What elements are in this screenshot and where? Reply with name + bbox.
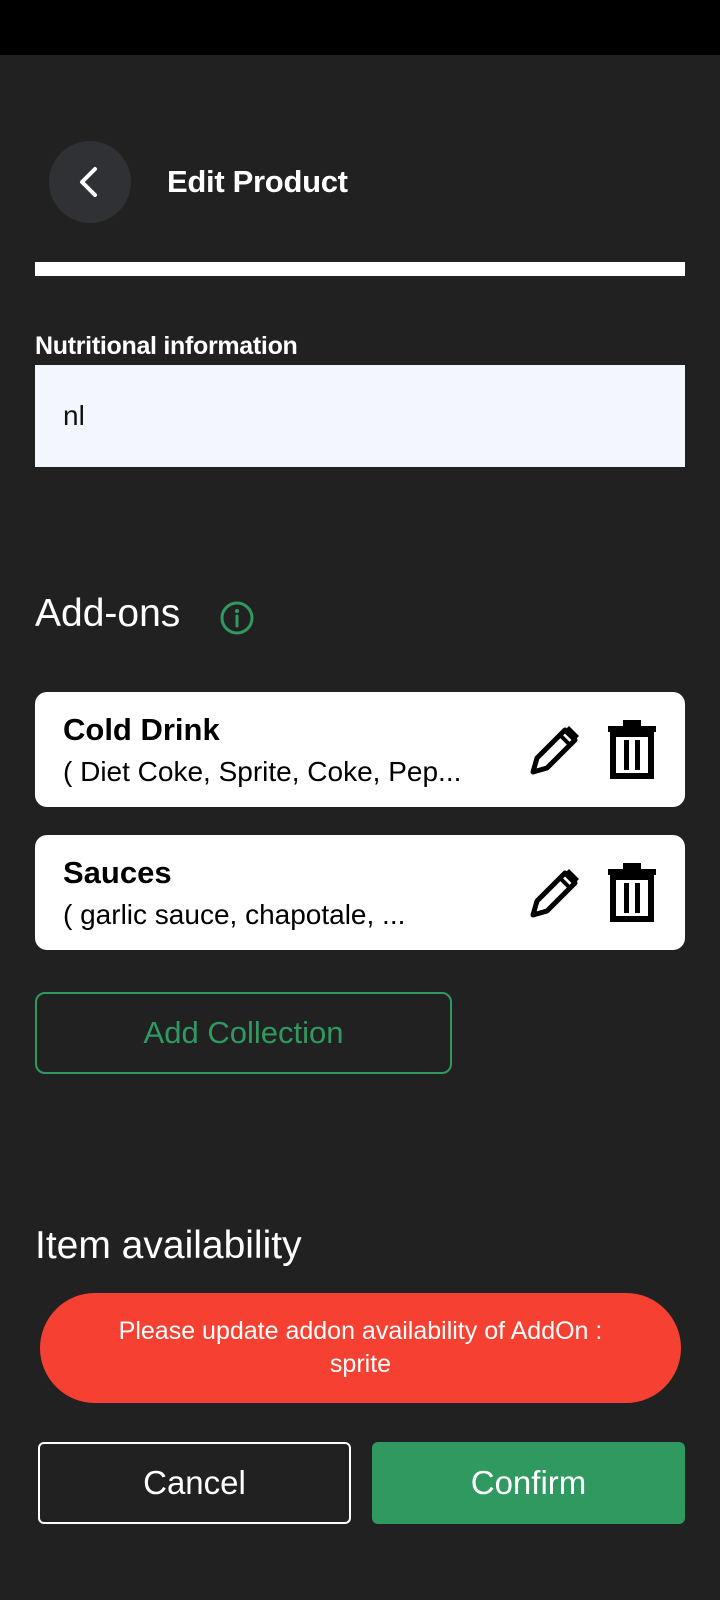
nutrition-input[interactable]: nl (35, 365, 685, 467)
trash-icon[interactable] (605, 718, 659, 780)
toast-line-2: sprite (329, 1350, 392, 1378)
confirm-button[interactable]: Confirm (372, 1442, 685, 1524)
addon-name: Sauces (63, 855, 172, 890)
field-divider (35, 262, 685, 276)
availability-title: Item availability (35, 1224, 302, 1267)
pencil-icon[interactable] (525, 720, 585, 780)
chevron-left-icon (80, 167, 97, 197)
addon-card[interactable]: Sauces ( garlic sauce, chapotale, ... (35, 835, 685, 950)
addon-items: ( garlic sauce, chapotale, ... (63, 899, 406, 930)
cancel-button[interactable]: Cancel (38, 1442, 351, 1524)
info-icon[interactable] (219, 600, 255, 636)
pencil-icon[interactable] (525, 863, 585, 923)
nutrition-label: Nutritional information (35, 332, 298, 360)
status-bar (0, 0, 720, 55)
toast-message: Please update addon availability of AddO… (40, 1293, 681, 1403)
addon-card[interactable]: Cold Drink ( Diet Coke, Sprite, Coke, Pe… (35, 692, 685, 807)
trash-icon[interactable] (605, 861, 659, 923)
toast-line-1: Please update addon availability of AddO… (118, 1317, 603, 1345)
addon-name: Cold Drink (63, 712, 220, 747)
back-button[interactable] (49, 141, 131, 223)
addon-items: ( Diet Coke, Sprite, Coke, Pep... (63, 756, 462, 787)
addons-title: Add-ons (35, 592, 181, 635)
page-title: Edit Product (167, 164, 348, 199)
add-collection-button[interactable]: Add Collection (35, 992, 452, 1074)
